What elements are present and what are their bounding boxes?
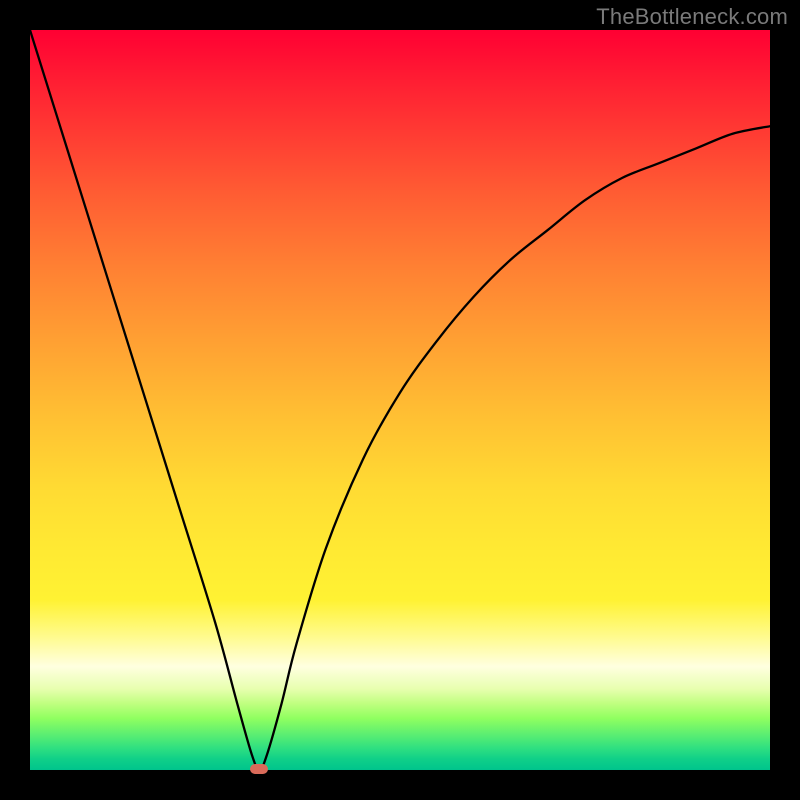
bottleneck-curve xyxy=(30,30,770,770)
chart-frame: TheBottleneck.com xyxy=(0,0,800,800)
curve-vertex-marker xyxy=(250,764,268,774)
plot-area xyxy=(30,30,770,770)
watermark-text: TheBottleneck.com xyxy=(596,4,788,30)
